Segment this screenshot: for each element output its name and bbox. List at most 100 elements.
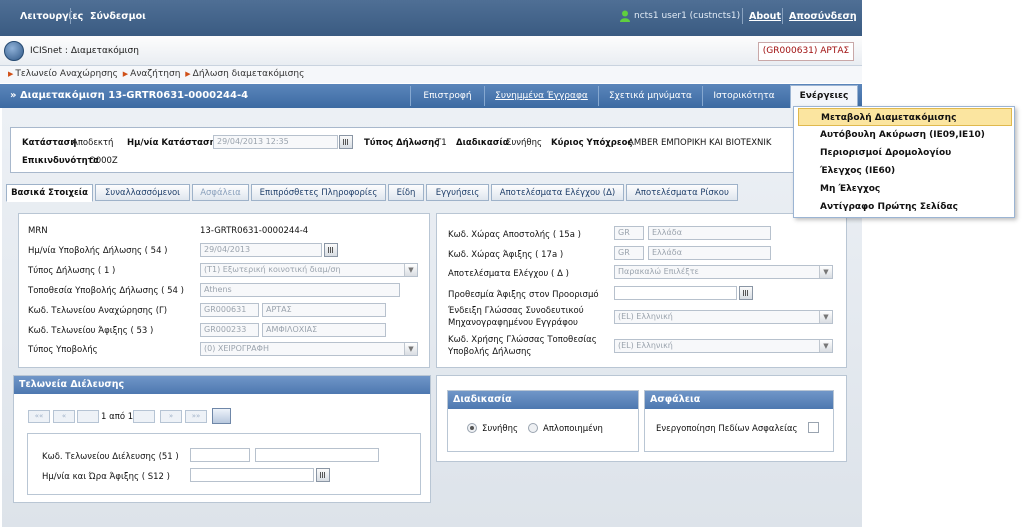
page-indicator: 1 από 1 xyxy=(101,412,134,422)
place-language-select[interactable]: (EL) Ελληνική ▼ xyxy=(614,339,833,353)
chevron-down-icon: ▼ xyxy=(819,340,832,352)
menu-item-modify-transit[interactable]: Μεταβολή Διαμετακόμισης xyxy=(798,108,1012,126)
back-button[interactable]: Επιστροφή xyxy=(410,86,484,106)
arrow-right-icon: ▶ xyxy=(122,70,129,78)
doc-language-select[interactable]: (EL) Ελληνική ▼ xyxy=(614,310,833,324)
menu-item-first-page-copy[interactable]: Αντίγραφο Πρώτης Σελίδας xyxy=(798,198,1012,216)
state-label: Κατάσταση xyxy=(22,138,77,148)
transit-office-code-field[interactable] xyxy=(190,448,250,462)
tab-items[interactable]: Είδη xyxy=(388,184,424,201)
calendar-icon[interactable] xyxy=(339,135,353,149)
mrn-value: 13-GRTR0631-0000244-4 xyxy=(200,226,309,236)
security-header: Ασφάλεια xyxy=(645,391,833,409)
decl-type-label: Τύπος Δήλωσης ( 1 ) xyxy=(28,266,116,276)
state-date-label: Ημ/νία Κατάστασης xyxy=(127,138,221,148)
about-link[interactable]: About xyxy=(749,11,781,22)
doc-language-label-line2: Μηχανογραφημένου Εγγράφου xyxy=(448,318,578,328)
dep-office-label: Κωδ. Τελωνείου Αναχώρησης (Γ) xyxy=(28,306,168,316)
arrow-right-icon: ▶ xyxy=(8,70,14,78)
dep-office-code-field[interactable]: GR000631 xyxy=(200,303,259,317)
actions-menu: Μεταβολή Διαμετακόμισης Αυτόβουλη Ακύρωσ… xyxy=(793,106,1015,218)
status-summary xyxy=(10,127,855,173)
menu-links[interactable]: Σύνδεσμοι xyxy=(90,11,146,22)
dep-office-name-field[interactable]: ΑΡΤΑΣ xyxy=(262,303,386,317)
radio-simplified[interactable] xyxy=(528,423,538,433)
state-date-field[interactable]: 29/04/2013 12:35 xyxy=(213,135,338,149)
dest-office-label: Κωδ. Τελωνείου Άφιξης ( 53 ) xyxy=(28,326,154,336)
control-results-label: Αποτελέσματα Ελέγχου ( Δ ) xyxy=(448,269,569,279)
menu-operations[interactable]: Λειτουργίες xyxy=(20,11,83,22)
related-messages-button[interactable]: Σχετικά μηνύματα xyxy=(598,86,702,106)
prev-page-button[interactable]: « xyxy=(53,410,75,423)
transit-office-name-field[interactable] xyxy=(255,448,379,462)
radio-normal[interactable] xyxy=(467,423,477,433)
menu-item-route-restrictions[interactable]: Περιορισμοί Δρομολογίου xyxy=(798,144,1012,162)
user-name: ncts1 user1 (custncts1) xyxy=(634,11,741,21)
calendar-icon[interactable] xyxy=(324,243,338,257)
dest-office-code-field[interactable]: GR000233 xyxy=(200,323,259,337)
tab-basic-info[interactable]: Βασικά Στοιχεία xyxy=(6,184,93,202)
place-field[interactable]: Athens xyxy=(200,283,400,297)
decl-type-select[interactable]: (T1) Εξωτερική κοινοτική διαμ/ση ▼ xyxy=(200,263,418,277)
chevron-down-icon: ▼ xyxy=(404,264,417,276)
dispatch-country-name-field[interactable]: Ελλάδα xyxy=(648,226,771,240)
calendar-icon[interactable] xyxy=(316,468,330,482)
dest-office-name-field[interactable]: ΑΜΦΙΛΟΧΙΑΣ xyxy=(262,323,386,337)
tab-additional-info[interactable]: Επιπρόσθετες Πληροφορίες xyxy=(251,184,386,201)
page-title-bar: » Διαμετακόμιση 13-GRTR0631-0000244-4 Επ… xyxy=(0,84,862,108)
security-fields-checkbox[interactable] xyxy=(808,422,819,433)
doc-language-label-line1: Ένδειξη Γλώσσας Συνοδευτικού xyxy=(448,306,584,316)
last-page-button[interactable]: »» xyxy=(185,410,207,423)
tab-guarantees[interactable]: Εγγυήσεις xyxy=(426,184,489,201)
radio-simplified-label: Απλοποιημένη xyxy=(543,424,603,434)
control-results-select[interactable]: Παρακαλώ Επιλέξτε ▼ xyxy=(614,265,833,279)
blank-area xyxy=(862,0,1024,527)
breadcrumb-search[interactable]: Αναζήτηση xyxy=(130,69,180,79)
user-icon xyxy=(620,10,630,22)
page-title: » Διαμετακόμιση 13-GRTR0631-0000244-4 xyxy=(10,90,249,101)
dispatch-country-code-field[interactable]: GR xyxy=(614,226,644,240)
attached-documents-button[interactable]: Συνημμένα Έγγραφα xyxy=(484,86,598,106)
arrival-date-label: Ημ/νία και Ώρα Άφιξης ( S12 ) xyxy=(42,472,170,482)
danger-value: O000Z xyxy=(89,156,118,166)
declaration-type-value: T1 xyxy=(436,138,447,148)
next-page-button[interactable]: » xyxy=(160,410,182,423)
tab-traders[interactable]: Συναλλασσόμενοι xyxy=(95,184,190,201)
top-navigation-bar: Λειτουργίες Σύνδεσμοι ncts1 user1 (custn… xyxy=(0,0,862,36)
submit-date-label: Ημ/νία Υποβολής Δήλωσης ( 54 ) xyxy=(28,246,168,256)
calendar-icon[interactable] xyxy=(739,286,753,300)
arrival-date-field[interactable] xyxy=(190,468,314,482)
state-value: Αποδεκτή xyxy=(72,138,114,148)
dispatch-country-label: Κωδ. Χώρας Αποστολής ( 15a ) xyxy=(448,230,581,240)
security-fields-label: Ενεργοποίηση Πεδίων Ασφαλείας xyxy=(656,424,798,434)
dest-country-code-field[interactable]: GR xyxy=(614,246,644,260)
arrow-right-icon: ▶ xyxy=(185,70,191,78)
submit-date-field[interactable]: 29/04/2013 xyxy=(200,243,322,257)
menu-item-control-ie60[interactable]: Έλεγχος (ΙΕ60) xyxy=(798,162,1012,180)
tab-control-results[interactable]: Αποτελέσματα Ελέγχου (Δ) xyxy=(491,184,624,201)
submit-type-select[interactable]: (0) ΧΕΙΡΟΓΡΑΦΗ ▼ xyxy=(200,342,418,356)
submit-type-label: Τύπος Υποβολής xyxy=(28,345,98,355)
tab-security[interactable]: Ασφάλεια xyxy=(192,184,249,201)
app-header: ICISnet : Διαμετακόμιση (GR000631) ΑΡΤΑΣ xyxy=(0,36,862,66)
nav-separator xyxy=(782,8,783,24)
first-page-button[interactable]: «« xyxy=(28,410,50,423)
place-language-label-line1: Κωδ. Χρήσης Γλώσσας Τοποθεσίας xyxy=(448,335,597,345)
actions-button[interactable]: Ενέργειες xyxy=(790,85,858,108)
history-button[interactable]: Ιστορικότητα xyxy=(702,86,785,106)
menu-item-voluntary-cancel[interactable]: Αυτόβουλη Ακύρωση (ΙΕ09,ΙΕ10) xyxy=(798,126,1012,144)
icisnet-logo-icon xyxy=(4,41,24,61)
dest-country-name-field[interactable]: Ελλάδα xyxy=(648,246,771,260)
tab-risk-results[interactable]: Αποτελέσματα Ρίσκου xyxy=(626,184,738,201)
logout-link[interactable]: Αποσύνδεση xyxy=(789,11,857,22)
page-box-right xyxy=(133,410,155,423)
declaration-type-label: Τύπος Δήλωσης xyxy=(364,138,440,148)
chevron-down-icon: ▼ xyxy=(404,343,417,355)
place-language-label-line2: Υποβολής Δήλωσης xyxy=(448,347,532,357)
menu-item-no-control[interactable]: Μη Έλεγχος xyxy=(798,180,1012,198)
add-row-icon[interactable] xyxy=(212,408,231,424)
breadcrumb-departure-office[interactable]: Τελωνείο Αναχώρησης xyxy=(15,69,118,79)
transit-office-row xyxy=(27,433,421,495)
principal-value: AMBER ΕΜΠΟΡΙΚΗ ΚΑΙ ΒΙΟΤΕΧΝΙΚ xyxy=(628,138,772,148)
deadline-field[interactable] xyxy=(614,286,737,300)
